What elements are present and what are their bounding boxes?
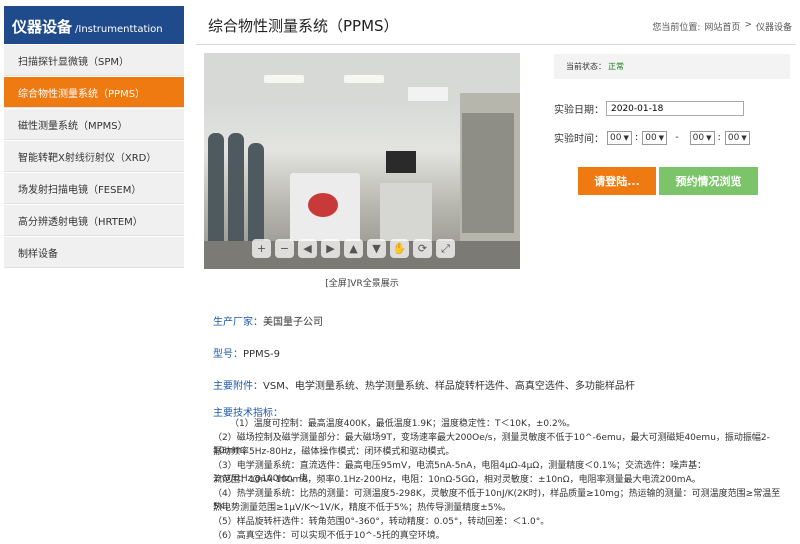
manufacturer-label: 生产厂家： (213, 317, 263, 328)
breadcrumb: 您当前位置: 网站首页 > 仪器设备 (652, 20, 792, 33)
gas-cylinder (208, 133, 224, 243)
end-hour-value: 00 (692, 132, 705, 143)
spec-line: （1）温度可控制：最高温度400K，最低温度1.9K；温度稳定性：T＜10K，±… (230, 419, 576, 429)
spec-line: （6）高真空选件：可以实现不低于10^-5托的真空环境。 (213, 531, 445, 541)
spec-line: 热电势测量范围≥1μV/K～1V/K，精度不低于5%；热传导测量精度±5%。 (213, 503, 511, 513)
spec-line: 流范围：10nA-100mA，频率0.1Hz-200Hz，电阻：10nΩ-5GΩ… (213, 475, 701, 485)
air-conditioner (408, 87, 448, 101)
start-minute-select[interactable]: 00 ▼ (642, 130, 668, 145)
chevron-down-icon: ▼ (658, 133, 665, 142)
start-hour-select[interactable]: 00 ▼ (607, 130, 632, 145)
sidebar-item-ppms[interactable]: 综合物性测量系统（PPMS） (4, 77, 184, 108)
manufacturer-row: 生产厂家：美国量子公司 (213, 313, 323, 328)
lab-cabinet (462, 113, 514, 233)
sidebar-item-mpms[interactable]: 磁性测量系统（MPMS） (4, 109, 184, 140)
arrow-right-icon[interactable]: ▶ (321, 239, 340, 258)
gas-cylinder (248, 143, 264, 243)
status-bar: 当前状态： 正常 (554, 54, 790, 79)
sidebar-item-xrd[interactable]: 智能转靶X射线衍射仪（XRD） (4, 141, 184, 172)
breadcrumb-separator: > (744, 20, 752, 30)
accessories-label: 主要附件： (213, 381, 263, 392)
ceiling-lamp (264, 75, 304, 83)
chevron-down-icon: ▼ (741, 133, 747, 142)
end-minute-select[interactable]: 00 ▼ (724, 130, 750, 145)
time-range-separator: - (675, 132, 679, 143)
time-colon: : (634, 132, 639, 143)
zoom-in-icon[interactable]: + (252, 239, 271, 258)
arrow-down-icon[interactable]: ▼ (367, 239, 386, 258)
model-label: 型号： (213, 349, 243, 360)
sidebar: 仪器设备 /Instrumenttation 扫描探针显微镜（SPM） 综合物性… (4, 6, 184, 268)
fullscreen-icon[interactable]: ⤢ (436, 239, 455, 258)
status-label: 当前状态： (566, 62, 606, 71)
sidebar-item-sample-prep[interactable]: 制样设备 (4, 237, 184, 268)
breadcrumb-current-link[interactable]: 仪器设备 (756, 20, 792, 33)
panorama-fullscreen-link[interactable]: [全屏]VR全景展示 (204, 276, 520, 289)
login-button[interactable]: 请登陆... (578, 167, 656, 195)
date-row: 实验日期： (554, 101, 744, 116)
spec-line: 振动频率5Hz-80Hz，磁体操作模式：闭环模式和驱动模式。 (213, 447, 455, 457)
time-label: 实验时间： (554, 134, 604, 145)
chevron-down-icon: ▼ (623, 133, 629, 142)
title-divider (196, 44, 796, 45)
sidebar-subtitle: /Instrumenttation (75, 24, 163, 35)
computer-monitor (386, 151, 416, 173)
start-hour-value: 00 (610, 132, 622, 143)
chevron-down-icon: ▼ (706, 133, 712, 142)
spec-line: （5）样品旋转杆选件：转角范围0°-360°，转动精度：0.05°，转动回差：＜… (213, 517, 550, 527)
date-label: 实验日期： (554, 105, 604, 116)
rotate-icon[interactable]: ⟳ (413, 239, 432, 258)
start-minute-value: 00 (645, 132, 657, 143)
page-title: 综合物性测量系统（PPMS） (208, 17, 399, 35)
end-minute-value: 00 (727, 132, 740, 143)
time-colon: : (717, 132, 721, 143)
breadcrumb-prefix: 您当前位置: (652, 23, 701, 33)
breadcrumb-home-link[interactable]: 网站首页 (704, 20, 740, 33)
hand-icon[interactable]: ✋ (390, 239, 409, 258)
specs-heading: 主要技术指标： (213, 408, 283, 419)
time-row: 实验时间： 00 ▼ : 00 ▼ - 00 ▼ : 00 ▼ (554, 130, 750, 145)
manufacturer-value: 美国量子公司 (263, 317, 323, 328)
status-value: 正常 (608, 62, 624, 71)
accessories-row: 主要附件：VSM、电学测量系统、热学测量系统、样品旋转杆选件、高真空选件、多功能… (213, 377, 635, 392)
sidebar-title: 仪器设备 (12, 18, 73, 36)
sidebar-item-spm[interactable]: 扫描探针显微镜（SPM） (4, 45, 184, 76)
vr-panorama-viewer[interactable]: + − ◀ ▶ ▲ ▼ ✋ ⟳ ⤢ (204, 53, 520, 269)
ceiling-lamp (344, 75, 384, 83)
sidebar-header: 仪器设备 /Instrumenttation (4, 6, 184, 44)
end-hour-select[interactable]: 00 ▼ (689, 130, 715, 145)
zoom-out-icon[interactable]: − (275, 239, 294, 258)
sidebar-item-hrtem[interactable]: 高分辨透射电镜（HRTEM） (4, 205, 184, 236)
accessories-value: VSM、电学测量系统、热学测量系统、样品旋转杆选件、高真空选件、多功能样品杆 (263, 381, 635, 392)
panorama-controls: + − ◀ ▶ ▲ ▼ ✋ ⟳ ⤢ (252, 239, 455, 258)
browse-bookings-button[interactable]: 预约情况浏览 (659, 167, 758, 195)
arrow-up-icon[interactable]: ▲ (344, 239, 363, 258)
date-input[interactable] (606, 101, 744, 116)
model-value: PPMS-9 (243, 349, 281, 360)
ppms-logo-disk (308, 193, 338, 217)
arrow-left-icon[interactable]: ◀ (298, 239, 317, 258)
model-row: 型号：PPMS-9 (213, 345, 280, 360)
sidebar-item-fesem[interactable]: 场发射扫描电镜（FESEM） (4, 173, 184, 204)
gas-cylinder (228, 133, 244, 243)
